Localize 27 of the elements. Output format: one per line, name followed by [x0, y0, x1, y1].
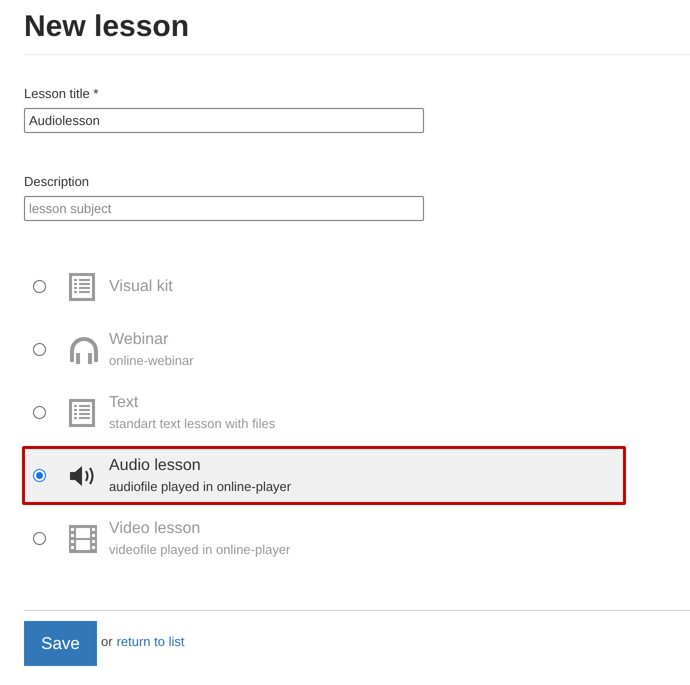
save-button[interactable]: Save [24, 621, 97, 666]
radio-button[interactable] [33, 406, 46, 419]
radio-button[interactable] [33, 343, 46, 356]
option-description: online-webinar [109, 353, 194, 369]
option-title: Text [109, 393, 140, 413]
return-link[interactable]: return to list [116, 634, 184, 649]
option-description: videofile played in online-player [109, 542, 290, 558]
option-description: standart text lesson with files [109, 416, 276, 432]
or-text: or [101, 634, 113, 649]
radio-button[interactable] [33, 469, 46, 482]
page-title: New lesson [24, 9, 190, 45]
input-field[interactable]: Audiolesson [24, 108, 424, 133]
option-title: Video lesson [109, 519, 202, 539]
film-icon [69, 524, 97, 552]
headphones-icon [69, 336, 99, 364]
field-label: Description [24, 174, 90, 190]
list-icon [69, 398, 95, 426]
radio-button[interactable] [33, 532, 46, 545]
option-title: Webinar [109, 330, 170, 350]
option-title: Visual kit [109, 276, 173, 296]
selected-option[interactable]: Audio lesson audiofile played in online-player [22, 446, 626, 505]
option-description: audiofile played in online-player [109, 479, 292, 495]
option-title: Audio lesson [109, 456, 202, 476]
radio-button[interactable] [33, 280, 46, 293]
list-icon [69, 272, 95, 300]
field-label: Lesson title * [24, 86, 100, 102]
input-field[interactable]: lesson subject [24, 196, 424, 221]
